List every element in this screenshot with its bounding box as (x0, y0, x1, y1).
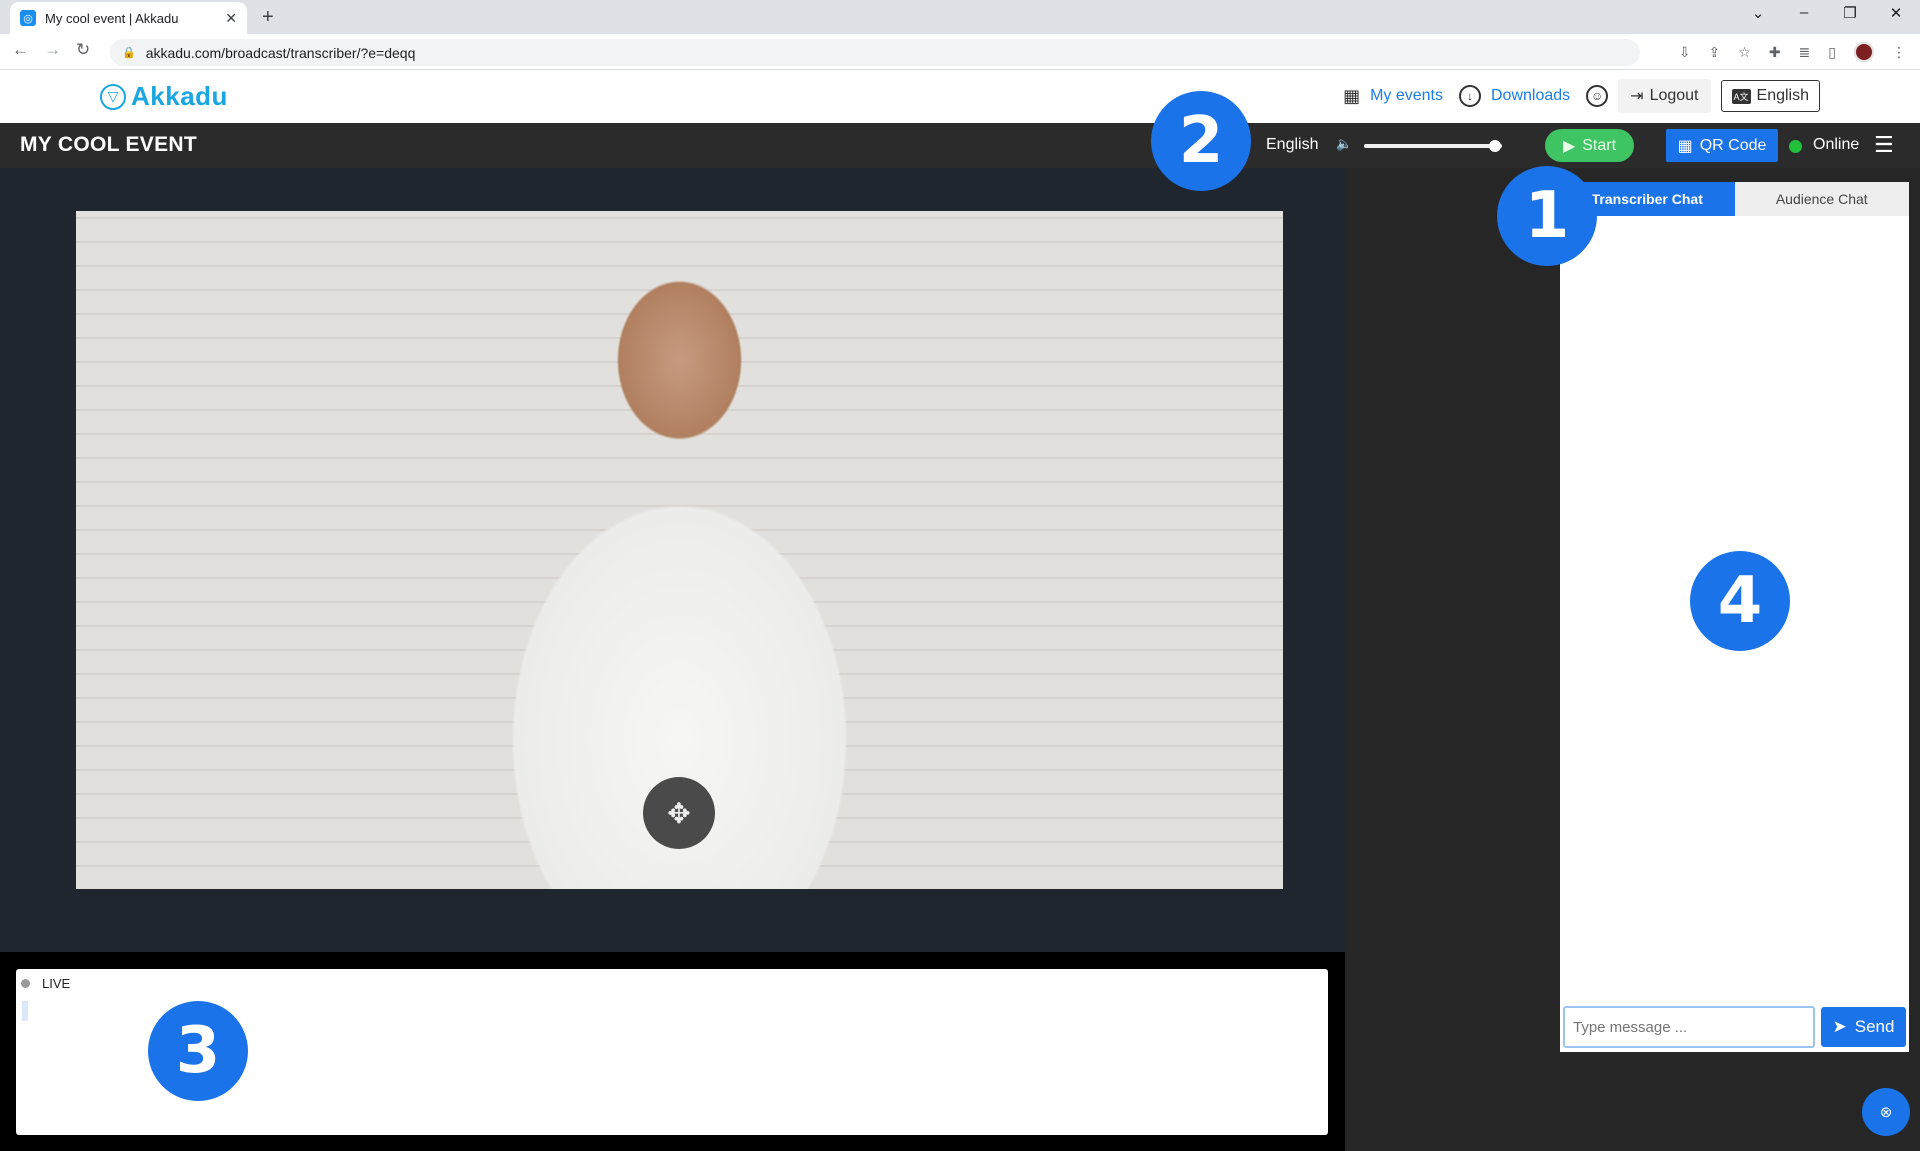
minimize-icon[interactable]: – (1794, 4, 1814, 22)
qr-code-label: QR Code (1699, 136, 1767, 154)
annotation-badge-2: 2 (1151, 91, 1251, 191)
online-status-dot (1789, 140, 1802, 153)
install-icon[interactable]: ⇩ (1679, 44, 1691, 61)
my-events-link[interactable]: My events (1370, 87, 1443, 105)
reload-icon[interactable]: ↻ (76, 40, 90, 60)
online-status-label: Online (1813, 136, 1860, 153)
floating-close-icon[interactable]: ⊗ (1862, 1088, 1910, 1136)
browser-tab-title: My cool event | Akkadu (45, 10, 179, 26)
volume-icon[interactable]: 🔈 (1336, 136, 1352, 152)
downloads-link[interactable]: Downloads (1491, 87, 1570, 105)
event-bar: MY COOL EVENT English 🔈 ▶ Start ▦ QR Cod… (0, 123, 1920, 168)
address-bar[interactable]: 🔒 akkadu.com/broadcast/transcriber/?e=de… (110, 39, 1640, 66)
qr-code-icon: ▦ (1677, 137, 1693, 155)
user-icon[interactable]: ☺ (1586, 85, 1609, 107)
calendar-icon: ▦ (1343, 85, 1361, 106)
live-indicator-dot (21, 979, 30, 988)
reading-list-icon[interactable]: ≣ (1799, 44, 1811, 61)
hamburger-menu-icon[interactable]: ☰ (1874, 134, 1894, 156)
browser-tab[interactable]: ◎ My cool event | Akkadu ✕ (10, 2, 247, 34)
browser-extensions: ⇩ ⇪ ☆ ✚ ≣ ▯ ⋮ (1679, 42, 1906, 62)
start-label: Start (1582, 136, 1617, 154)
tab-search-icon[interactable]: ⌄ (1748, 4, 1768, 22)
chat-tabs: Transcriber Chat Audience Chat (1560, 182, 1909, 216)
send-button[interactable]: ➤ Send (1821, 1007, 1906, 1047)
move-drag-handle-icon[interactable]: ✥ (643, 777, 715, 849)
akkadu-logo[interactable]: ▽ Akkadu (100, 81, 228, 112)
new-tab-icon[interactable]: + (262, 6, 274, 29)
close-tab-icon[interactable]: ✕ (225, 10, 237, 27)
chat-message-input[interactable] (1563, 1006, 1815, 1048)
text-caret (22, 1001, 28, 1021)
start-button[interactable]: ▶ Start (1545, 129, 1634, 162)
browser-toolbar: ← → ↻ 🔒 akkadu.com/broadcast/transcriber… (0, 34, 1920, 70)
language-button[interactable]: A文 English (1720, 80, 1820, 112)
profile-avatar[interactable] (1854, 42, 1874, 62)
volume-slider-thumb[interactable] (1489, 140, 1502, 152)
live-label: LIVE (42, 976, 71, 991)
akkadu-favicon-icon: ◎ (20, 10, 36, 26)
language-label: English (1756, 87, 1809, 104)
annotation-badge-4: 4 (1690, 551, 1790, 651)
annotation-badge-1: 1 (1497, 166, 1597, 266)
akkadu-logo-icon: ▽ (100, 83, 126, 110)
share-icon[interactable]: ⇪ (1709, 44, 1721, 61)
bookmark-star-icon[interactable]: ☆ (1738, 44, 1751, 61)
browser-menu-icon[interactable]: ⋮ (1892, 44, 1906, 61)
browser-tabstrip: ◎ My cool event | Akkadu ✕ + ⌄ – ❐ ✕ (0, 0, 1920, 34)
site-header: ▽ Akkadu ▦ My events ↓ Downloads ☺ ⇥ Log… (0, 70, 1920, 123)
window-controls: ⌄ – ❐ ✕ (1748, 4, 1906, 22)
back-icon[interactable]: ← (12, 40, 29, 60)
volume-slider[interactable] (1364, 144, 1502, 148)
tab-audience-chat[interactable]: Audience Chat (1734, 182, 1909, 216)
play-icon: ▶ (1562, 137, 1576, 155)
logout-button[interactable]: ⇥ Logout (1618, 79, 1711, 113)
language-icon: A文 (1731, 88, 1751, 104)
lock-icon[interactable]: 🔒 (122, 46, 136, 59)
url-text: akkadu.com/broadcast/transcriber/?e=deqq (145, 44, 416, 61)
header-nav: ▦ My events ↓ Downloads ☺ ⇥ Logout A文 En… (1343, 79, 1820, 113)
send-icon: ➤ (1832, 1017, 1847, 1036)
logout-icon: ⇥ (1630, 88, 1644, 105)
extensions-puzzle-icon[interactable]: ✚ (1769, 44, 1781, 61)
restore-icon[interactable]: ❐ (1840, 4, 1860, 22)
window-close-icon[interactable]: ✕ (1886, 4, 1906, 22)
logo-text: Akkadu (131, 81, 228, 111)
side-panel-icon[interactable]: ▯ (1828, 44, 1836, 61)
forward-icon[interactable]: → (44, 40, 61, 60)
audio-language-selector[interactable]: English (1266, 136, 1318, 154)
annotation-badge-3: 3 (148, 1001, 248, 1101)
download-icon: ↓ (1459, 85, 1481, 107)
qr-code-button[interactable]: ▦ QR Code (1666, 129, 1778, 162)
event-title: MY COOL EVENT (20, 133, 197, 156)
send-label: Send (1854, 1017, 1895, 1036)
logout-label: Logout (1649, 87, 1699, 104)
